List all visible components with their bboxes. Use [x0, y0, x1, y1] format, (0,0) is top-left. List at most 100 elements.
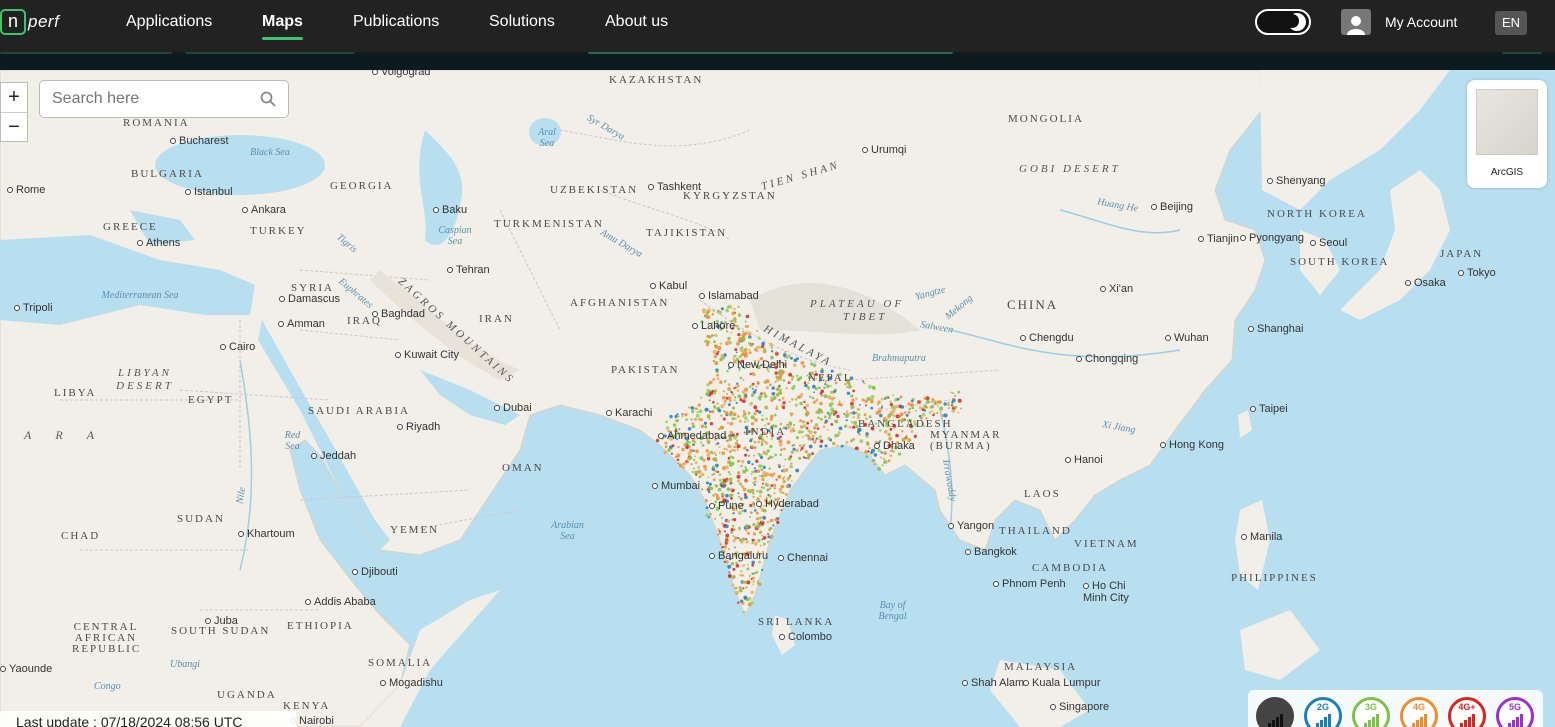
coverage-dot — [747, 597, 752, 601]
coverage-dot — [744, 581, 748, 584]
search-input[interactable] — [52, 90, 262, 108]
coverage-dot — [738, 538, 743, 542]
coverage-dot — [954, 394, 957, 397]
city-label: Osaka — [1405, 277, 1446, 289]
coverage-dot — [685, 418, 688, 421]
sea-label: Arabian Sea — [551, 520, 584, 542]
country-label: OMAN — [502, 462, 544, 474]
nav-solutions[interactable]: Solutions — [489, 12, 555, 32]
coverage-dot — [719, 380, 723, 384]
nav-about-us[interactable]: About us — [605, 12, 668, 32]
coverage-dot — [708, 335, 712, 339]
nav-applications[interactable]: Applications — [126, 12, 212, 32]
country-label: NEPAL — [808, 372, 853, 384]
coverage-dot — [716, 442, 720, 445]
coverage-dot — [877, 467, 881, 471]
tech-filter-3g[interactable]: 3G — [1352, 697, 1390, 727]
coverage-map[interactable]: KAZAKHSTAN MONGOLIA ROMANIA BULGARIA GEO… — [0, 70, 1555, 727]
coverage-dot — [763, 450, 765, 453]
city-label: Djibouti — [352, 566, 398, 578]
coverage-dot — [749, 516, 751, 518]
coverage-dot — [742, 610, 746, 613]
coverage-dot — [928, 411, 932, 414]
my-account-button[interactable]: My Account — [1341, 9, 1457, 35]
coverage-dot — [799, 425, 804, 429]
coverage-dot — [737, 536, 740, 540]
coverage-dot — [760, 468, 764, 471]
coverage-dot — [752, 492, 755, 495]
city-label: Xi'an — [1100, 283, 1133, 295]
coverage-dot — [744, 453, 748, 457]
coverage-dot — [851, 398, 855, 402]
coverage-dot — [670, 452, 674, 455]
coverage-dot — [695, 473, 698, 476]
coverage-dot — [887, 413, 892, 418]
nav-publications[interactable]: Publications — [353, 12, 439, 32]
nperf-logo[interactable]: n perf — [0, 8, 59, 36]
coverage-dot — [807, 436, 812, 441]
coverage-dot — [733, 528, 736, 531]
coverage-dot — [740, 570, 743, 573]
coverage-dot — [875, 410, 880, 415]
coverage-dot — [864, 404, 867, 407]
tech-label: 5G — [1508, 702, 1521, 712]
coverage-dot — [718, 473, 722, 476]
coverage-dot — [800, 392, 804, 396]
city-label: Istanbul — [185, 186, 233, 198]
coverage-dot — [800, 446, 804, 450]
coverage-dot — [782, 480, 786, 484]
coverage-dot — [752, 576, 755, 580]
coverage-dot — [699, 418, 703, 422]
coverage-dot — [765, 483, 770, 488]
nav-maps[interactable]: Maps — [262, 12, 303, 32]
city-label: Volgograd — [372, 70, 431, 78]
coverage-dot — [845, 414, 849, 418]
coverage-dot — [731, 524, 735, 528]
coverage-dot — [774, 413, 777, 417]
coverage-dot — [683, 443, 687, 447]
toolbar-tab[interactable] — [588, 52, 953, 54]
coverage-dot — [767, 457, 770, 460]
coverage-dot — [731, 311, 736, 316]
signal-bars-icon — [1364, 714, 1379, 727]
tech-filter-5g[interactable]: 5G — [1496, 697, 1534, 727]
coverage-dot — [771, 386, 775, 390]
coverage-dot — [767, 533, 770, 536]
coverage-dot — [770, 527, 773, 530]
coverage-dot — [915, 409, 918, 412]
toolbar-tab[interactable] — [185, 52, 355, 54]
search-icon[interactable] — [260, 91, 276, 107]
coverage-dot — [864, 400, 867, 403]
coverage-dot — [708, 482, 712, 486]
tech-filter-4g[interactable]: 4G — [1400, 697, 1438, 727]
coverage-dot — [706, 388, 710, 393]
coverage-dot — [836, 414, 840, 419]
coverage-dot — [736, 341, 740, 346]
tech-filter-2g[interactable]: 2G — [1304, 697, 1342, 727]
toolbar-tab[interactable] — [0, 52, 172, 54]
zoom-out-button[interactable]: − — [1, 112, 27, 141]
coverage-dot — [790, 378, 794, 381]
coverage-dot — [711, 312, 715, 316]
language-selector[interactable]: EN — [1495, 11, 1527, 35]
toolbar-tab[interactable] — [1502, 52, 1542, 54]
coverage-dot — [733, 587, 736, 590]
coverage-dot — [930, 400, 933, 403]
tech-filter-4g-plus[interactable]: 4G+ — [1448, 697, 1486, 727]
dark-mode-toggle[interactable] — [1255, 9, 1311, 35]
city-label: Dubai — [494, 402, 532, 414]
coverage-dot — [795, 468, 800, 473]
coverage-dot — [690, 463, 693, 466]
city-label: Tokyo — [1458, 267, 1496, 279]
coverage-dot — [730, 528, 734, 532]
coverage-dot — [762, 516, 767, 520]
coverage-dot — [755, 524, 760, 529]
tech-filter-all[interactable] — [1256, 697, 1294, 727]
basemap-switcher[interactable]: ArcGIS — [1467, 80, 1547, 188]
coverage-dot — [775, 407, 779, 410]
zoom-in-button[interactable]: + — [1, 83, 27, 112]
coverage-dot — [716, 373, 719, 377]
coverage-dot — [900, 405, 905, 409]
coverage-dot — [769, 383, 772, 387]
coverage-dot — [827, 395, 831, 399]
